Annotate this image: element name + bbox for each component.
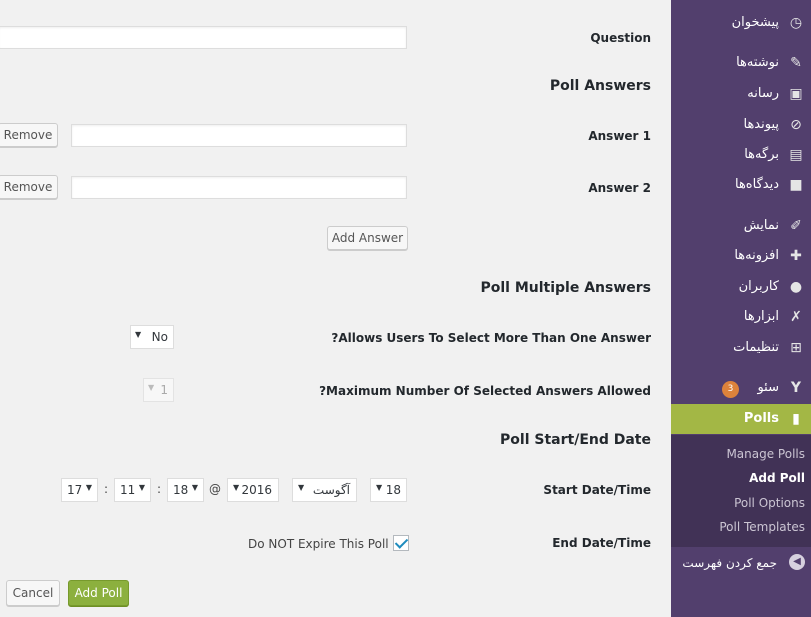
cancel-button[interactable]: Cancel [6, 580, 60, 606]
link-icon: ⊘ [790, 117, 802, 133]
users-icon: ● [789, 279, 803, 295]
start-date-label: Start Date/Time [543, 483, 651, 497]
multiple-section-title: Poll Multiple Answers [480, 280, 651, 296]
collapse-icon: ◀ [789, 554, 805, 570]
start-hour-select[interactable]: 18 ▼ [167, 478, 204, 502]
sidebar-item-pages[interactable]: ▤ برگه‌ها [671, 140, 811, 170]
answer-2-label: Answer 2 [588, 181, 651, 195]
comments-icon: ■ [789, 177, 803, 193]
sidebar-item-tools[interactable]: ✗ ابزارها [671, 302, 811, 332]
submenu-add-poll[interactable]: Add Poll [749, 471, 805, 485]
settings-icon: ⊞ [790, 340, 802, 356]
max-answers-select[interactable]: ▼ 1 [143, 378, 174, 402]
no-expire-checkbox[interactable] [393, 535, 409, 551]
add-answer-button[interactable]: Add Answer [327, 226, 408, 250]
active-indicator-arrow [663, 409, 671, 425]
chevron-down-icon: ▼ [298, 483, 305, 492]
chevron-down-icon: ▼ [233, 483, 240, 492]
admin-sidebar: ◷ پیشخوان ✎ نوشته‌ها ▣ رسانه ⊘ پیوندها ▤… [663, 0, 811, 617]
end-date-label: End Date/Time [552, 536, 651, 550]
time-separator: : [104, 482, 109, 496]
start-minute-select[interactable]: 11 ▼ [114, 478, 151, 502]
chevron-down-icon: ▼ [148, 383, 155, 392]
question-input[interactable] [0, 26, 407, 49]
dashboard-icon: ◷ [789, 15, 803, 31]
answers-section-title: Poll Answers [549, 78, 651, 94]
sidebar-item-plugins[interactable]: ✚ افزونه‌ها [671, 241, 811, 271]
submenu-manage-polls[interactable]: Manage Polls [726, 447, 805, 461]
sidebar-item-settings[interactable]: ⊞ تنظیمات [671, 333, 811, 363]
pages-icon: ▤ [789, 147, 803, 163]
chart-icon: ▮ [792, 411, 800, 427]
sidebar-item-seo[interactable]: Y سئو 3 [671, 373, 811, 403]
plugins-icon: ✚ [790, 248, 802, 264]
no-expire-label: Do NOT Expire This Poll [248, 537, 389, 551]
update-count-badge: 3 [722, 381, 739, 398]
polls-submenu: Manage Polls Add Poll Poll Options Poll … [671, 435, 811, 547]
answer-1-input[interactable] [71, 124, 407, 147]
at-separator: @ [209, 482, 221, 496]
chevron-down-icon: ▼ [138, 483, 145, 492]
pin-icon: ✎ [790, 55, 802, 71]
answer-1-label: Answer 1 [588, 129, 651, 143]
max-answers-label: ?Maximum Number Of Selected Answers Allo… [319, 384, 651, 398]
sidebar-item-dashboard[interactable]: ◷ پیشخوان [671, 8, 811, 38]
answer-2-input[interactable] [71, 176, 407, 199]
sidebar-item-comments[interactable]: ■ دیدگاه‌ها [671, 170, 811, 200]
sidebar-item-posts[interactable]: ✎ نوشته‌ها [671, 48, 811, 78]
sidebar-item-polls[interactable]: ▮ Polls [671, 404, 811, 434]
chevron-down-icon: ▼ [135, 330, 142, 339]
poll-form: Question Poll Answers Remove Answer 1 Re… [0, 0, 671, 617]
add-poll-button[interactable]: Add Poll [68, 580, 129, 606]
tools-icon: ✗ [790, 309, 802, 325]
chevron-down-icon: ▼ [191, 483, 198, 492]
start-month-select[interactable]: ▼ آگوست [292, 478, 357, 502]
submenu-poll-templates[interactable]: Poll Templates [719, 520, 805, 534]
appearance-icon: ✐ [790, 218, 802, 234]
chevron-down-icon: ▼ [85, 483, 92, 492]
chevron-down-icon: ▼ [376, 483, 383, 492]
start-second-select[interactable]: 17 ▼ [61, 478, 98, 502]
date-section-title: Poll Start/End Date [500, 432, 651, 448]
remove-answer-1-button[interactable]: Remove [0, 123, 58, 147]
submenu-poll-options[interactable]: Poll Options [734, 496, 805, 510]
allow-multiple-select[interactable]: ▼ No [130, 325, 174, 349]
sidebar-item-media[interactable]: ▣ رسانه [671, 79, 811, 109]
remove-answer-2-button[interactable]: Remove [0, 175, 58, 199]
allow-multiple-label: ?Allows Users To Select More Than One An… [331, 331, 651, 345]
question-label: Question [590, 31, 651, 45]
start-year-select[interactable]: ▼ 2016 [227, 478, 279, 502]
collapse-menu-button[interactable]: ◀ جمع کردن فهرست [671, 548, 811, 578]
yoast-icon: Y [790, 380, 802, 396]
time-separator: : [157, 482, 162, 496]
sidebar-item-links[interactable]: ⊘ پیوندها [671, 110, 811, 140]
sidebar-item-appearance[interactable]: ✐ نمایش [671, 211, 811, 241]
start-day-select[interactable]: ▼ 18 [370, 478, 407, 502]
sidebar-item-users[interactable]: ● کاربران [671, 272, 811, 302]
media-icon: ▣ [789, 86, 803, 102]
